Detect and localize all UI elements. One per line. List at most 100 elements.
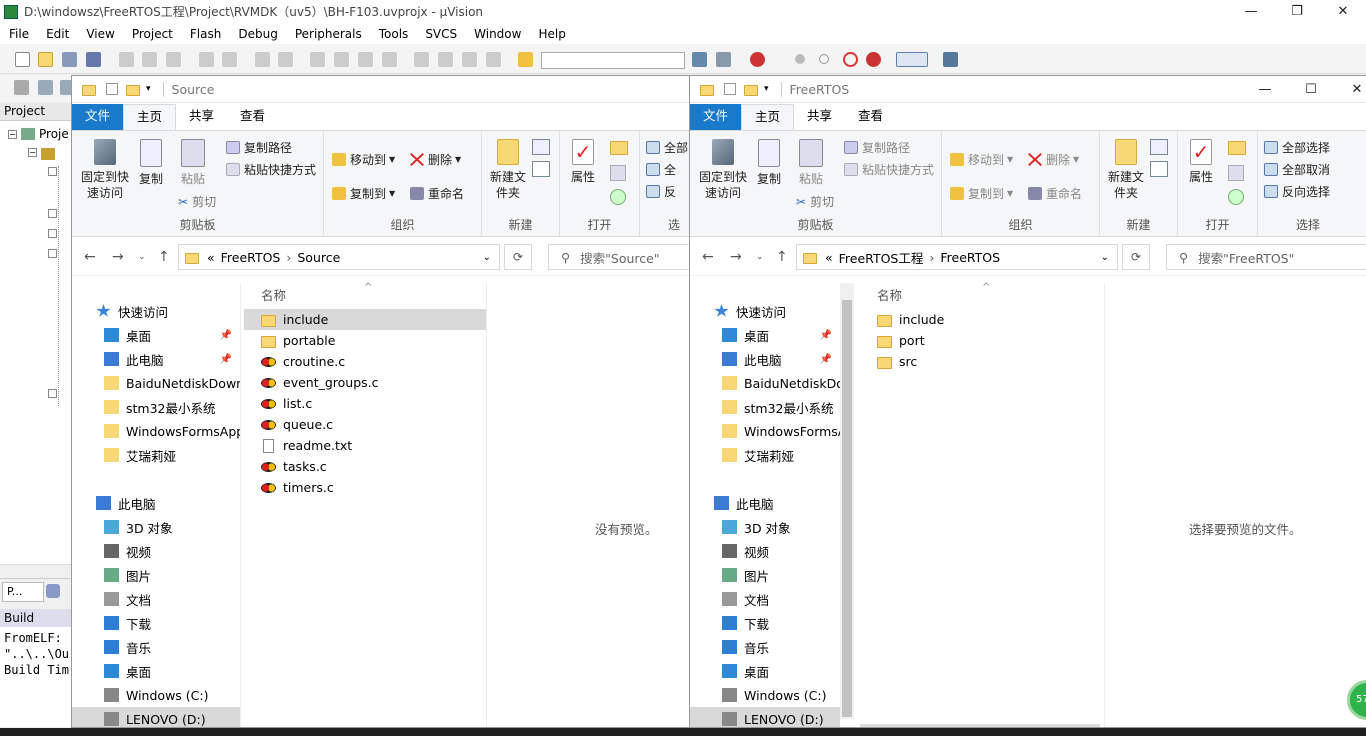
pin-icon[interactable]: 📌 — [820, 330, 832, 341]
cut-button[interactable]: ✂ 剪切 — [796, 193, 834, 210]
nav-item[interactable]: 视频 — [72, 539, 240, 563]
file-row[interactable]: include — [244, 309, 486, 330]
pin-icon[interactable]: 📌 — [220, 354, 232, 365]
breadcrumb-separator-icon[interactable]: › — [929, 250, 934, 265]
history-icon[interactable] — [1228, 189, 1244, 205]
column-header-name[interactable]: 名称 ^ — [860, 282, 1100, 309]
nav-back-icon[interactable] — [255, 52, 270, 67]
menu-debug[interactable]: Debug — [229, 27, 285, 41]
new-folder-button[interactable]: 新建文件夹 — [488, 139, 528, 201]
file-row[interactable]: src — [860, 351, 1100, 372]
group-expander[interactable] — [48, 389, 57, 398]
nav-item[interactable]: LENOVO (D:) — [72, 707, 240, 727]
minimize-icon[interactable]: — — [1242, 78, 1288, 101]
group-expander[interactable] — [48, 209, 57, 218]
nav-item[interactable]: 文档 — [72, 587, 240, 611]
nav-item[interactable]: 图片 — [72, 563, 240, 587]
nav-item[interactable]: BaiduNetdiskDow — [690, 371, 840, 395]
nav-item[interactable]: 此电脑 📌 — [690, 347, 840, 371]
properties-check-icon[interactable] — [724, 83, 736, 95]
paste-icon[interactable] — [166, 52, 181, 67]
nav-item[interactable]: 下载 — [690, 611, 840, 635]
breakpoint-clear-icon[interactable] — [866, 52, 881, 67]
file-row[interactable]: include — [860, 309, 1100, 330]
books-tab-icon[interactable] — [46, 584, 60, 598]
cut-button[interactable]: ✂ 剪切 — [178, 193, 216, 210]
bookmark-next-icon[interactable] — [358, 52, 373, 67]
open-icon[interactable] — [1228, 141, 1246, 155]
breakpoint-kill-icon[interactable] — [843, 52, 858, 67]
column-header-name[interactable]: 名称 ^ — [244, 282, 494, 309]
copy-path-button[interactable]: 复制路径 — [844, 139, 910, 156]
delete-button[interactable]: 删除 ▼ — [410, 151, 461, 168]
edit-icon[interactable] — [1228, 165, 1244, 181]
menu-window[interactable]: Window — [465, 27, 529, 41]
project-root-item[interactable]: − Proje — [8, 127, 69, 141]
nav-item[interactable]: 此电脑 📌 — [72, 347, 240, 371]
up-arrow-icon[interactable]: ↑ — [158, 249, 170, 265]
move-to-button[interactable]: 移动到 ▼ — [950, 151, 1013, 168]
nav-item[interactable]: 3D 对象 — [690, 515, 840, 539]
file-row[interactable]: list.c — [244, 393, 486, 414]
nav-item[interactable]: 桌面 📌 — [72, 323, 240, 347]
comment-icon[interactable] — [462, 52, 477, 67]
move-to-button[interactable]: 移动到 ▼ — [332, 151, 395, 168]
save-all-icon[interactable] — [86, 52, 101, 67]
nav-item[interactable]: 下载 — [72, 611, 240, 635]
invert-selection-button[interactable]: 反 — [646, 183, 676, 200]
address-bar[interactable]: « FreeRTOS工程 › FreeRTOS ⌄ — [796, 244, 1118, 270]
new-folder-icon[interactable] — [744, 84, 758, 96]
quick-access-dropdown-icon[interactable]: ▾ — [146, 84, 151, 94]
paste-shortcut-button[interactable]: 粘贴快捷方式 — [226, 161, 316, 178]
nav-item[interactable]: 3D 对象 — [72, 515, 240, 539]
copy-path-button[interactable]: 复制路径 — [226, 139, 292, 156]
nav-item[interactable]: 音乐 — [72, 635, 240, 659]
window-layout-icon[interactable] — [896, 52, 928, 67]
rename-button[interactable]: 重命名 — [410, 185, 464, 202]
ribbon-tab-3[interactable]: 查看 — [845, 104, 896, 130]
quick-access-dropdown-icon[interactable]: ▾ — [764, 84, 769, 94]
forward-arrow-icon[interactable]: → — [730, 249, 742, 265]
select-all-button[interactable]: 全部选择 — [1264, 139, 1330, 156]
history-icon[interactable] — [610, 189, 626, 205]
recent-dropdown-icon[interactable]: ⌄ — [138, 252, 146, 262]
bookmark-clear-icon[interactable] — [382, 52, 397, 67]
menu-svcs[interactable]: SVCS — [416, 27, 465, 41]
unindent-icon[interactable] — [438, 52, 453, 67]
back-arrow-icon[interactable]: ← — [702, 249, 714, 265]
breadcrumb-separator-icon[interactable]: › — [286, 250, 291, 265]
refresh-button[interactable]: ⟳ — [504, 244, 532, 270]
menu-project[interactable]: Project — [123, 27, 181, 41]
breadcrumb-overflow-icon[interactable]: « — [207, 250, 215, 265]
nav-item[interactable]: 桌面 — [72, 659, 240, 683]
group-expander[interactable] — [48, 229, 57, 238]
bookmark-prev-icon[interactable] — [334, 52, 349, 67]
nav-item[interactable]: 文档 — [690, 587, 840, 611]
rename-button[interactable]: 重命名 — [1028, 185, 1082, 202]
forward-arrow-icon[interactable]: → — [112, 249, 124, 265]
nav-item[interactable]: stm32最小系统 — [72, 395, 240, 419]
file-row[interactable]: readme.txt — [244, 435, 486, 456]
breadcrumb-item[interactable]: FreeRTOS工程 — [839, 248, 924, 267]
uncomment-icon[interactable] — [486, 52, 501, 67]
nav-item[interactable]: 此电脑 — [690, 491, 840, 515]
breadcrumb-overflow-icon[interactable]: « — [825, 250, 833, 265]
easy-access-icon[interactable] — [1150, 161, 1168, 177]
find-icon[interactable] — [692, 52, 707, 67]
nav-item[interactable]: 快速访问 — [72, 299, 240, 323]
nav-item[interactable]: WindowsFormsA — [690, 419, 840, 443]
file-row[interactable]: port — [860, 330, 1100, 351]
indent-icon[interactable] — [414, 52, 429, 67]
menu-edit[interactable]: Edit — [37, 27, 77, 41]
pin-icon[interactable]: 📌 — [820, 354, 832, 365]
copy-to-button[interactable]: 复制到 ▼ — [332, 185, 395, 202]
breadcrumb-item[interactable]: FreeRTOS — [940, 250, 1000, 265]
paste-button[interactable]: 粘贴 — [178, 139, 208, 187]
undo-icon[interactable] — [199, 52, 214, 67]
nav-item[interactable]: 快速访问 — [690, 299, 840, 323]
file-row[interactable]: timers.c — [244, 477, 486, 498]
address-bar[interactable]: « FreeRTOS › Source ⌄ — [178, 244, 500, 270]
project-tree[interactable]: − Proje − — [0, 121, 72, 577]
breadcrumb-item[interactable]: Source — [297, 250, 340, 265]
find-in-files-icon[interactable] — [518, 52, 533, 67]
